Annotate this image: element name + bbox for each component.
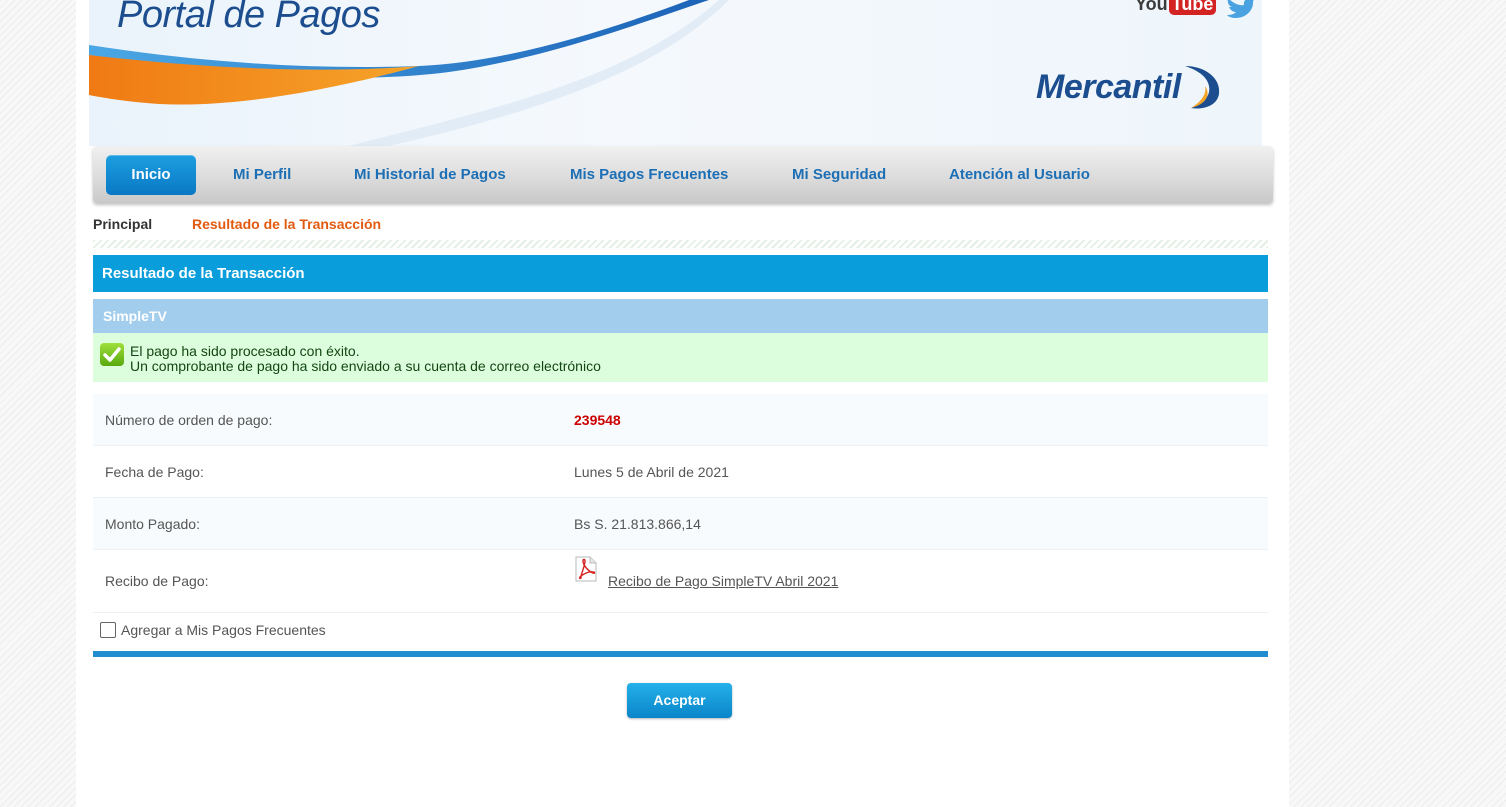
detail-row-date: Fecha de Pago: Lunes 5 de Abril de 2021 [93, 446, 1268, 498]
youtube-icon[interactable]: You Tube [1135, 0, 1217, 15]
order-label: Número de orden de pago: [105, 412, 273, 428]
bottom-divider [93, 651, 1268, 657]
brand-name: Mercantil [1036, 67, 1181, 106]
portal-title: Portal de Pagos [117, 0, 380, 36]
mercantil-brand: Mercantil [1036, 62, 1225, 112]
nav-mis-pagos-frecuentes[interactable]: Mis Pagos Frecuentes [570, 155, 728, 195]
nav-mi-perfil[interactable]: Mi Perfil [233, 155, 291, 195]
success-line-2: Un comprobante de pago ha sido enviado a… [130, 358, 601, 374]
detail-row-amount: Monto Pagado: Bs S. 21.813.866,14 [93, 498, 1268, 550]
detail-row-order: Número de orden de pago: 239548 [93, 394, 1268, 446]
twitter-icon[interactable] [1226, 0, 1256, 20]
nav-mi-seguridad[interactable]: Mi Seguridad [792, 155, 886, 195]
success-line-1: El pago ha sido procesado con éxito. [130, 343, 360, 359]
nav-atencion-al-usuario[interactable]: Atención al Usuario [949, 155, 1090, 195]
youtube-tube-text: Tube [1168, 0, 1217, 15]
social-links: You Tube [1135, 0, 1256, 20]
youtube-you-text: You [1135, 0, 1168, 14]
mercantil-logo-icon [1184, 66, 1219, 109]
nav-mi-historial-de-pagos[interactable]: Mi Historial de Pagos [354, 155, 506, 195]
main-nav: Inicio Mi Perfil Mi Historial de Pagos M… [93, 146, 1273, 203]
receipt-label: Recibo de Pago: [105, 573, 209, 589]
add-favorite-label[interactable]: Agregar a Mis Pagos Frecuentes [121, 622, 326, 638]
check-icon [100, 343, 124, 366]
section-title: Resultado de la Transacción [93, 255, 1268, 292]
divider [93, 240, 1268, 248]
pdf-icon[interactable] [574, 556, 598, 582]
nav-inicio[interactable]: Inicio [106, 155, 196, 195]
payment-date: Lunes 5 de Abril de 2021 [574, 464, 729, 480]
date-label: Fecha de Pago: [105, 464, 204, 480]
detail-row-receipt: Recibo de Pago: Recibo de Pago SimpleTV … [93, 550, 1268, 613]
breadcrumb-home[interactable]: Principal [93, 216, 152, 232]
amount-paid: Bs S. 21.813.866,14 [574, 516, 701, 532]
order-number: 239548 [574, 412, 621, 428]
add-favorite-checkbox[interactable] [100, 622, 116, 638]
breadcrumb-current: Resultado de la Transacción [192, 216, 382, 232]
accept-button[interactable]: Aceptar [627, 683, 732, 718]
receipt-download-link[interactable]: Recibo de Pago SimpleTV Abril 2021 [608, 573, 838, 589]
success-message: El pago ha sido procesado con éxito. Un … [93, 333, 1268, 382]
provider-title: SimpleTV [93, 299, 1268, 333]
amount-label: Monto Pagado: [105, 516, 200, 532]
page-container: Portal de Pagos You Tube Mercantil Inicio… [76, 0, 1289, 807]
add-favorite[interactable]: Agregar a Mis Pagos Frecuentes [100, 622, 326, 638]
header-banner: Portal de Pagos You Tube Mercantil [89, 0, 1262, 146]
